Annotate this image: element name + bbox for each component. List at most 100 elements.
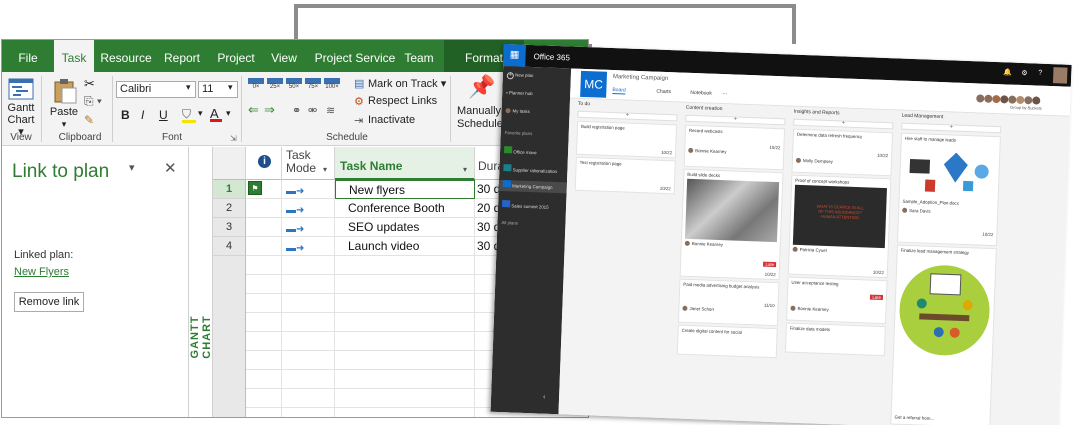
- add-task-button[interactable]: +: [901, 122, 1002, 134]
- task-card[interactable]: Paid media advertising budget analysis Ja…: [677, 278, 780, 327]
- link-tasks-icon[interactable]: ⚭: [292, 104, 301, 117]
- settings-icon[interactable]: ⚙: [1021, 69, 1028, 77]
- task-card[interactable]: Finalize data models: [784, 322, 886, 357]
- task-mode-cell[interactable]: ▬➜: [282, 199, 335, 218]
- task-name-cell[interactable]: Conference Booth: [335, 199, 475, 218]
- notifications-icon[interactable]: 🔔: [1003, 68, 1012, 76]
- tab-notebook[interactable]: Notebook: [690, 90, 712, 97]
- outdent-icon[interactable]: ⇐: [248, 102, 259, 118]
- task-card[interactable]: Test registration page 10/22: [574, 156, 676, 195]
- plan-item-selected[interactable]: Marketing Campaign: [498, 179, 567, 194]
- bucket-title[interactable]: To do: [578, 101, 590, 107]
- tab-team[interactable]: Team: [402, 40, 436, 72]
- linked-plan-link[interactable]: New Flyers: [14, 266, 69, 278]
- fill-color-icon[interactable]: ⛉: [182, 107, 196, 123]
- task-card[interactable]: Create digital content for social: [676, 324, 778, 359]
- task-name-cell[interactable]: New flyers: [335, 180, 475, 199]
- row-number[interactable]: 2: [213, 199, 246, 218]
- favorite-plans-heading[interactable]: Favorite plans: [505, 130, 533, 136]
- task-card[interactable]: Build registration page 10/22: [575, 120, 678, 159]
- planner-linked-icon[interactable]: ⚑: [248, 181, 262, 195]
- task-name-filter-icon[interactable]: ▾: [463, 165, 467, 174]
- font-name-dropdown-icon[interactable]: ▾: [186, 82, 191, 93]
- new-plan-item[interactable]: + New plan: [506, 72, 534, 80]
- planner-hub-item[interactable]: ▪ Planner hub: [506, 90, 533, 96]
- all-plans-heading[interactable]: All plans: [501, 220, 518, 226]
- pane-options-icon[interactable]: ▾: [129, 161, 135, 174]
- task-card[interactable]: Finalize lead management strategy Get a …: [890, 244, 997, 425]
- tab-resource[interactable]: Resource: [98, 40, 154, 72]
- mark-on-track-button[interactable]: Mark on Track ▾: [368, 77, 446, 90]
- split-task-icon[interactable]: ≋: [326, 104, 335, 117]
- task-mode-header[interactable]: Task Mode: [282, 147, 335, 180]
- tab-project[interactable]: Project: [212, 40, 260, 72]
- plan-item[interactable]: Supplier rationalization: [503, 164, 557, 174]
- close-icon[interactable]: ✕: [164, 159, 177, 177]
- font-dialog-launcher-icon[interactable]: ⇲: [230, 134, 237, 143]
- tab-report[interactable]: Report: [160, 40, 204, 72]
- task-card[interactable]: User acceptance testing Late Bonnie Kearne…: [786, 276, 888, 325]
- tab-task[interactable]: Task: [54, 40, 94, 72]
- progress-0-icon[interactable]: 0×: [248, 78, 264, 90]
- bucket-title[interactable]: Lead Management: [902, 113, 944, 121]
- pushpin-icon[interactable]: 📌: [468, 74, 495, 100]
- underline-button[interactable]: U: [159, 108, 168, 122]
- fill-color-dropdown-icon[interactable]: ▾: [198, 108, 203, 119]
- font-color-icon[interactable]: A: [210, 106, 222, 122]
- add-task-button[interactable]: +: [685, 114, 786, 126]
- bucket-title[interactable]: Content creation: [686, 105, 723, 112]
- font-size-dropdown-icon[interactable]: ▾: [228, 82, 233, 93]
- format-painter-icon[interactable]: ✎: [84, 113, 94, 127]
- avatar[interactable]: [1052, 67, 1068, 84]
- add-task-button[interactable]: +: [793, 118, 894, 130]
- task-name-cell[interactable]: Launch video: [335, 237, 475, 256]
- paste-button[interactable]: Paste: [47, 106, 81, 118]
- row-number[interactable]: 3: [213, 218, 246, 237]
- app-launcher-icon[interactable]: ▦: [503, 44, 526, 67]
- font-name-select[interactable]: Calibri: [116, 81, 196, 98]
- tab-board[interactable]: Board: [612, 87, 626, 95]
- tab-project-service[interactable]: Project Service: [310, 40, 400, 72]
- my-tasks-item[interactable]: My tasks: [505, 108, 530, 114]
- task-mode-cell[interactable]: ▬➜: [282, 237, 335, 256]
- tab-file[interactable]: File: [10, 40, 46, 72]
- task-mode-cell[interactable]: ▬➜: [282, 218, 335, 237]
- remove-link-button[interactable]: Remove link: [14, 292, 84, 312]
- plan-item[interactable]: Office move: [504, 146, 537, 155]
- gantt-chart-icon[interactable]: [8, 78, 34, 100]
- cut-icon[interactable]: ✂: [84, 76, 95, 92]
- task-card[interactable]: Determine data refresh frequency Molly De…: [791, 128, 894, 177]
- respect-links-button[interactable]: Respect Links: [368, 95, 437, 107]
- progress-100-icon[interactable]: 100×: [324, 78, 340, 90]
- plan-item[interactable]: Sales summit 2015: [502, 200, 549, 210]
- inactivate-button[interactable]: Inactivate: [368, 114, 415, 126]
- progress-75-icon[interactable]: 75×: [305, 78, 321, 90]
- group-by-label[interactable]: Group by Buckets: [1010, 105, 1042, 111]
- unlink-tasks-icon[interactable]: ⚮: [308, 104, 317, 117]
- task-mode-cell[interactable]: ▬➜: [282, 180, 335, 199]
- font-color-dropdown-icon[interactable]: ▾: [226, 108, 231, 119]
- more-icon[interactable]: ...: [722, 90, 727, 96]
- paste-dropdown-icon[interactable]: ▾: [47, 119, 81, 130]
- task-name-cell[interactable]: SEO updates: [335, 218, 475, 237]
- collapse-icon[interactable]: ‹: [543, 394, 546, 401]
- bold-button[interactable]: B: [121, 108, 130, 122]
- select-all-header[interactable]: [213, 147, 246, 180]
- progress-25-icon[interactable]: 25×: [267, 78, 283, 90]
- paste-icon[interactable]: [52, 78, 78, 104]
- progress-50-icon[interactable]: 50×: [286, 78, 302, 90]
- manually-schedule-button[interactable]: Manually: [457, 105, 501, 117]
- row-number[interactable]: 4: [213, 237, 246, 256]
- copy-icon[interactable]: ⎘ ▾: [84, 94, 102, 109]
- row-number[interactable]: 1: [213, 180, 246, 199]
- tab-charts[interactable]: Charts: [656, 89, 671, 96]
- add-task-button[interactable]: +: [577, 110, 678, 122]
- italic-button[interactable]: I: [141, 108, 144, 122]
- task-card[interactable]: Record webcasts Bonnie Kearney 10/22: [683, 124, 786, 171]
- task-card[interactable]: Hire staff to manage leads Sample_Adopti…: [896, 132, 1001, 247]
- task-mode-filter-icon[interactable]: ▾: [323, 165, 327, 174]
- task-card[interactable]: Proof of concept workshops WHAT IS SCARCE…: [787, 174, 892, 279]
- task-card[interactable]: Build slide decks Bonnie Kearney Late 10/22: [679, 168, 784, 281]
- manually-schedule-label[interactable]: Schedule: [457, 118, 503, 130]
- tab-view[interactable]: View: [266, 40, 302, 72]
